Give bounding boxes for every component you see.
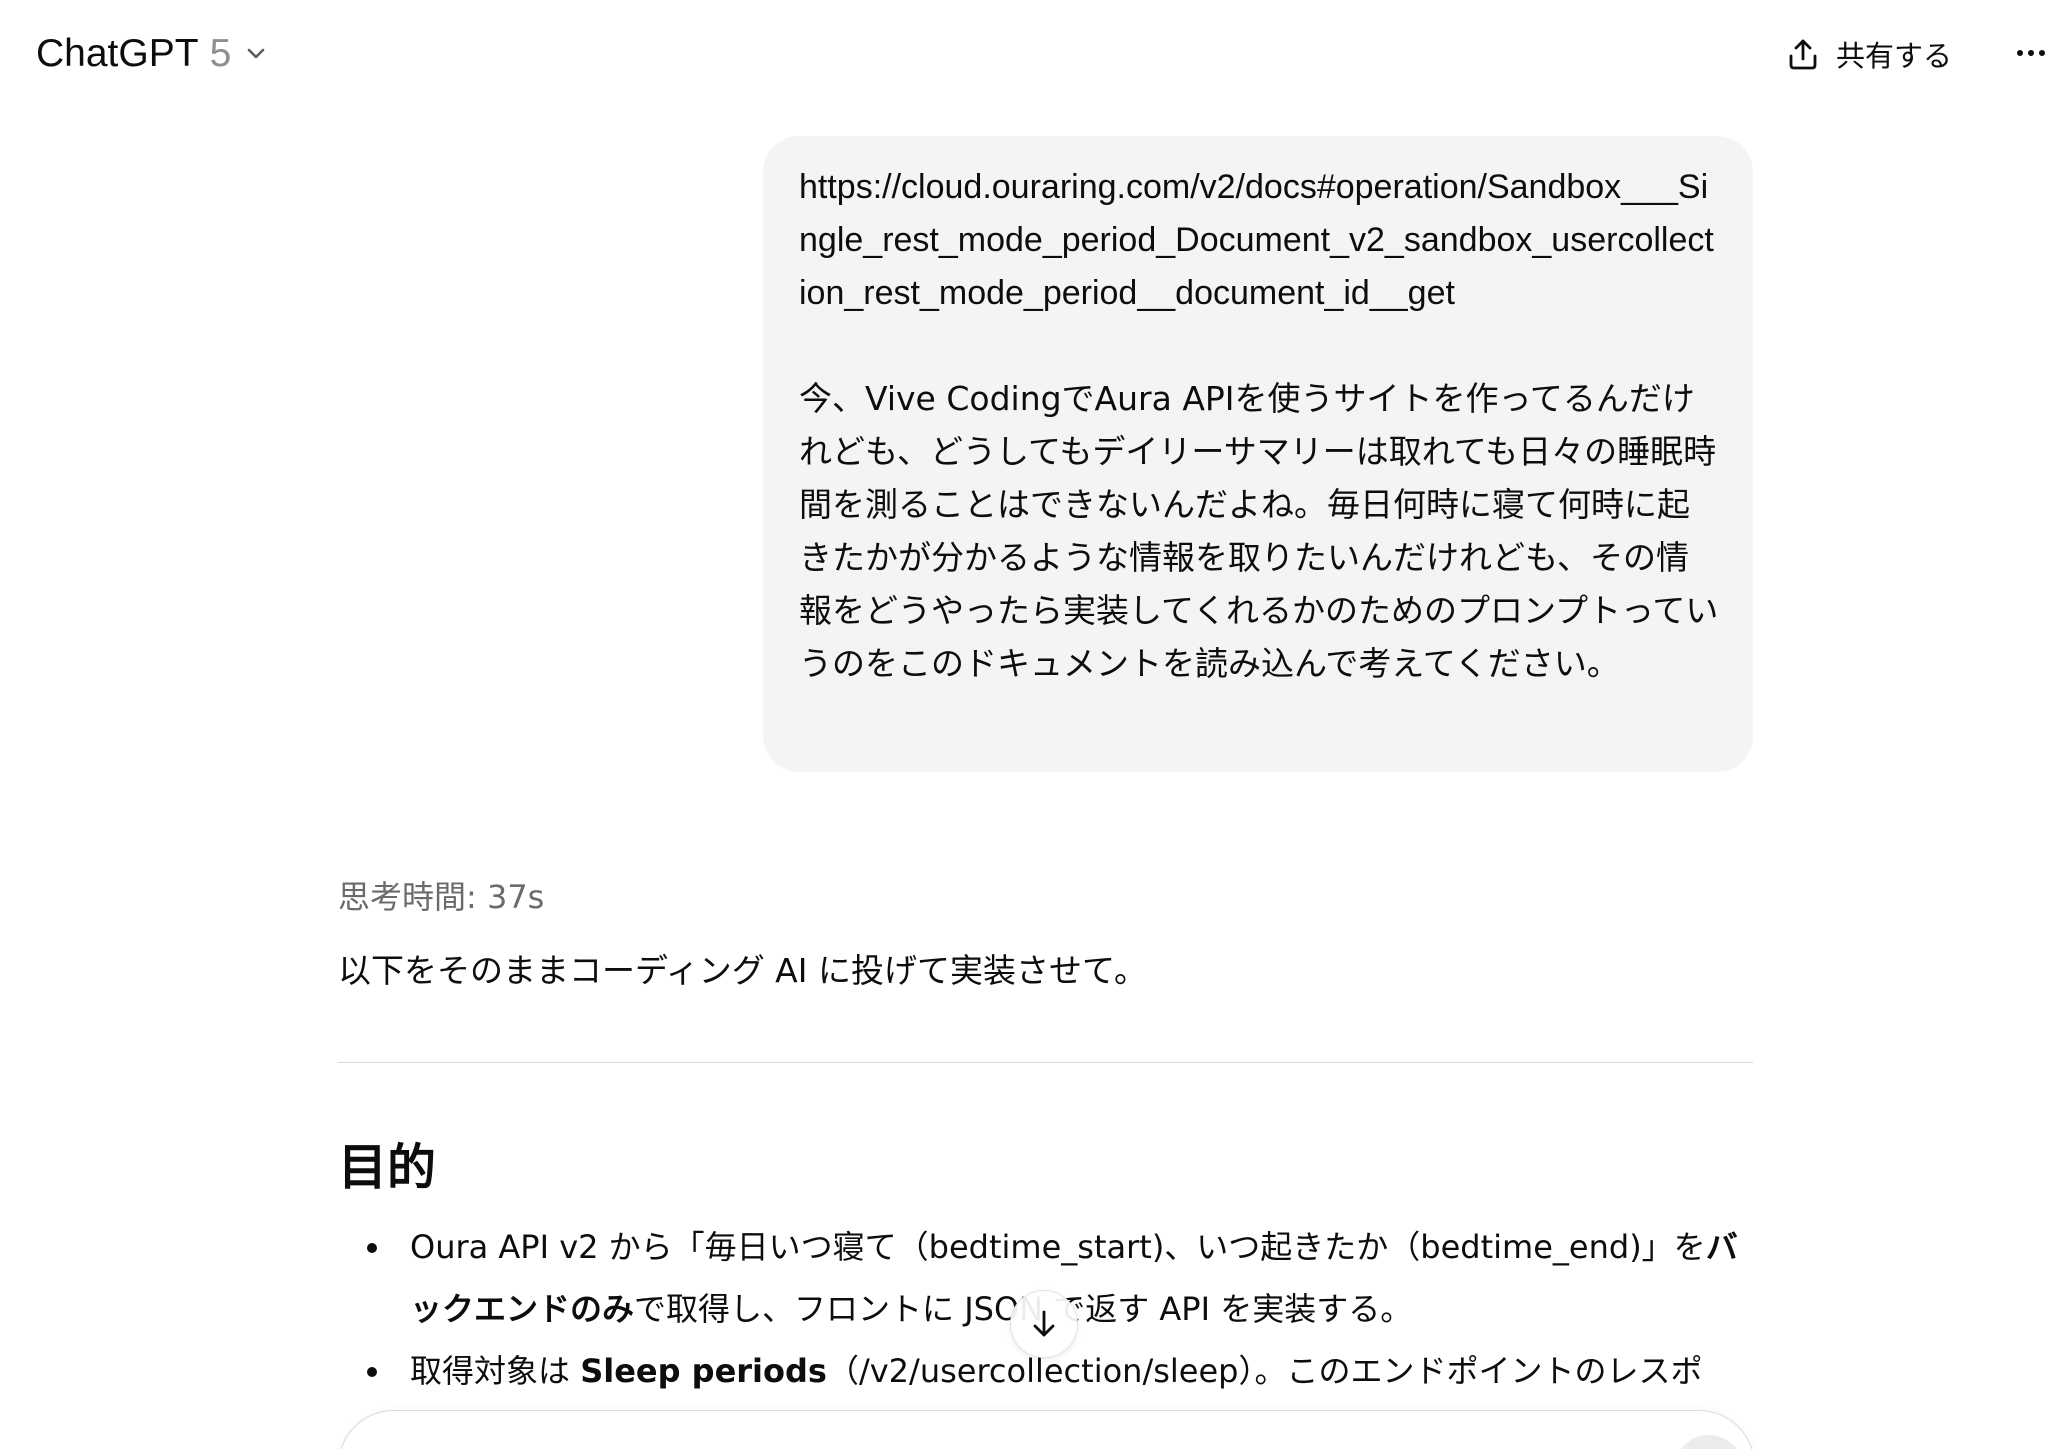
top-bar: ChatGPT 5 共有する: [0, 0, 2048, 104]
user-message-url[interactable]: https://cloud.ouraring.com/v2/docs#opera…: [799, 161, 1719, 320]
share-button[interactable]: 共有する: [1784, 26, 1952, 82]
arrow-down-icon: [1027, 1307, 1061, 1341]
scroll-to-bottom-button[interactable]: [1010, 1290, 1078, 1358]
bullet-text: 取得対象は: [410, 1352, 581, 1390]
thought-time-toggle[interactable]: 思考時間: 37s: [338, 872, 544, 918]
model-selector[interactable]: ChatGPT 5: [36, 26, 269, 82]
model-name: ChatGPT: [36, 32, 199, 75]
user-message-bubble: https://cloud.ouraring.com/v2/docs#opera…: [763, 136, 1753, 772]
bullet-bold-text: Sleep periods: [580, 1352, 827, 1390]
chat-page: ChatGPT 5 共有する https://cloud.ouraring.co…: [0, 0, 2048, 1449]
message-composer[interactable]: [338, 1410, 1755, 1449]
composer-action-button[interactable]: [1674, 1435, 1744, 1449]
assistant-intro-text: 以下をそのままコーディング AI に投げて実装させて。: [338, 951, 1147, 990]
section-divider: [338, 1062, 1753, 1063]
chevron-down-icon: [243, 41, 269, 67]
bullet-text: Oura API v2 から「毎日いつ寝て（bedtime_start)、いつ起…: [410, 1228, 1706, 1266]
share-label: 共有する: [1836, 39, 1953, 73]
share-icon: [1784, 35, 1822, 73]
model-version: 5: [209, 32, 232, 75]
more-options-button[interactable]: [2016, 28, 2048, 78]
bullet-text: （/v2/usercollection/sleep）。このエンドポイントのレスポ: [826, 1352, 1703, 1390]
section-heading: 目的: [338, 1139, 437, 1196]
user-message-text: 今、Vive CodingでAura APIを使うサイトを作ってるんだけれども、…: [799, 379, 1719, 683]
more-horizontal-icon: [2016, 47, 2048, 59]
